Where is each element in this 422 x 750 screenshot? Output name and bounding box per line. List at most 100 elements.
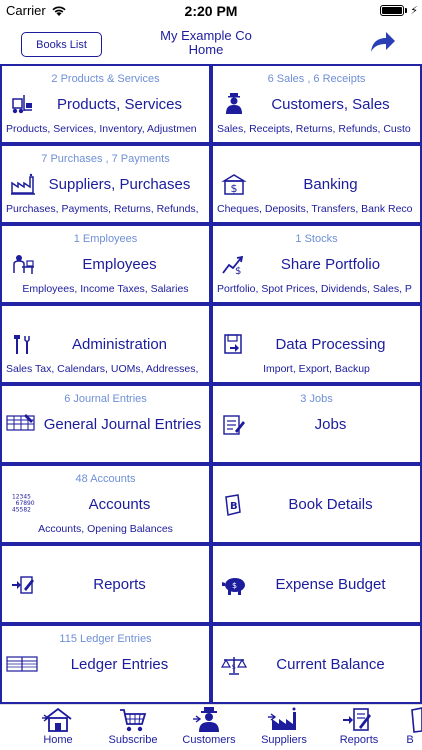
tab-books[interactable]: B	[398, 707, 422, 750]
tile-title: Ledger Entries	[70, 656, 169, 673]
tile-title: Banking	[303, 176, 358, 193]
tile-title: Jobs	[314, 416, 347, 433]
book-icon: B	[225, 494, 241, 516]
tile-employees[interactable]: 1 Employees Employees Employees, Income …	[0, 224, 211, 304]
svg-text:$: $	[232, 663, 236, 671]
books-list-button[interactable]: Books List	[21, 32, 102, 57]
tile-subtitle: Employees, Income Taxes, Salaries	[22, 283, 189, 295]
tile-subtitle: Products, Services, Inventory, Adjustmen	[6, 123, 197, 135]
tab-label: Home	[43, 734, 73, 746]
tile-title: Reports	[93, 576, 146, 593]
tile-subtitle: Sales Tax, Calendars, UOMs, Addresses,	[6, 363, 199, 375]
tile-title: Customers, Sales	[271, 96, 390, 113]
share-arrow-icon[interactable]	[368, 30, 396, 54]
tile-title: Expense Budget	[275, 576, 386, 593]
tile-book-details[interactable]: B Book Details	[211, 464, 422, 544]
forklift-icon	[12, 95, 32, 114]
battery-icon	[380, 5, 404, 16]
tile-ledger-entries[interactable]: 115 Ledger Entries Ledger Entries	[0, 624, 211, 704]
company-name: My Example Co	[160, 28, 252, 43]
tile-title: Share Portfolio	[280, 256, 381, 273]
stock-chart-icon: $	[222, 255, 244, 275]
bank-icon: $	[221, 174, 247, 195]
tile-count: 1 Employees	[73, 233, 138, 245]
tile-general-journal-entries[interactable]: 6 Journal Entries General Journal Entrie…	[0, 384, 211, 464]
job-list-icon	[223, 415, 245, 435]
svg-text:45582: 45582	[12, 506, 31, 513]
nav-title: My Example Co Home	[130, 29, 282, 57]
status-time: 2:20 PM	[184, 3, 238, 19]
tab-customers[interactable]: Customers	[172, 707, 246, 750]
svg-text:$: $	[232, 581, 237, 590]
house-icon	[42, 707, 72, 732]
tools-icon	[14, 335, 30, 354]
disk-icon	[224, 334, 242, 354]
customer-icon	[193, 707, 219, 732]
tab-label: Subscribe	[108, 734, 158, 746]
customer-icon	[226, 93, 242, 114]
tab-suppliers[interactable]: Suppliers	[247, 707, 321, 750]
tile-count: 6 Sales , 6 Receipts	[267, 73, 366, 85]
tile-title: Employees	[82, 256, 157, 273]
tab-label: B	[406, 734, 414, 746]
tab-bar: Home Subscribe Customers Suppliers Repor…	[0, 704, 422, 750]
piggy-bank-icon: $	[222, 578, 245, 595]
tab-subscribe[interactable]: Subscribe	[96, 707, 170, 750]
tile-title: Administration	[71, 336, 168, 353]
tile-suppliers-purchases[interactable]: 7 Purchases , 7 Payments Suppliers, Purc…	[0, 144, 211, 224]
tab-reports[interactable]: Reports	[322, 707, 396, 750]
svg-text:B: B	[230, 501, 238, 512]
tile-subtitle: Accounts, Opening Balances	[38, 523, 173, 535]
tab-label: Reports	[339, 734, 379, 746]
tile-count: 6 Journal Entries	[64, 393, 147, 405]
tile-title: Products, Services	[56, 96, 183, 113]
status-bar: Carrier 2:20 PM ⚡	[0, 0, 422, 22]
tab-home[interactable]: Home	[21, 707, 95, 750]
tile-count: 7 Purchases , 7 Payments	[41, 153, 170, 165]
tile-customers-sales[interactable]: 6 Sales , 6 Receipts Customers, Sales Sa…	[211, 64, 422, 144]
tile-count: 2 Products & Services	[51, 73, 160, 85]
svg-text:$: $	[231, 182, 238, 195]
tile-title: Suppliers, Purchases	[48, 176, 191, 193]
tile-subtitle: Purchases, Payments, Returns, Refunds,	[6, 203, 199, 215]
tile-count: 115 Ledger Entries	[59, 633, 152, 645]
tile-count: 3 Jobs	[300, 393, 333, 405]
book-icon	[411, 707, 422, 733]
tile-reports[interactable]: Reports	[0, 544, 211, 624]
tile-title: Current Balance	[276, 656, 385, 673]
tile-current-balance[interactable]: $ Current Balance	[211, 624, 422, 704]
tile-title: Accounts	[88, 496, 151, 513]
nav-bar: Books List My Example Co Home	[0, 22, 422, 64]
tile-subtitle: Sales, Receipts, Returns, Refunds, Custo	[217, 123, 411, 135]
charging-icon: ⚡	[410, 5, 418, 17]
tile-accounts[interactable]: 48 Accounts 12345 67890 45582 Accounts A…	[0, 464, 211, 544]
factory-icon	[268, 707, 296, 730]
tile-title: General Journal Entries	[43, 416, 202, 433]
tile-subtitle: Import, Export, Backup	[263, 363, 370, 375]
tab-label: Customers	[182, 734, 236, 746]
tile-subtitle: Portfolio, Spot Prices, Dividends, Sales…	[217, 283, 412, 295]
svg-text:$: $	[235, 266, 241, 275]
tile-administration[interactable]: Administration Sales Tax, Calendars, UOM…	[0, 304, 211, 384]
tab-label: Suppliers	[261, 734, 307, 746]
tile-subtitle: Cheques, Deposits, Transfers, Bank Reco	[217, 203, 413, 215]
tile-products-services[interactable]: 2 Products & Services Products, Services…	[0, 64, 211, 144]
ledger-grid-icon	[6, 414, 35, 431]
screen-name: Home	[188, 42, 224, 57]
tile-data-processing[interactable]: Data Processing Import, Export, Backup	[211, 304, 422, 384]
tile-banking[interactable]: $ Banking Cheques, Deposits, Transfers, …	[211, 144, 422, 224]
cart-icon	[120, 709, 147, 732]
tile-grid: 2 Products & Services Products, Services…	[0, 64, 422, 704]
tile-count: 1 Stocks	[295, 233, 338, 245]
factory-icon	[11, 173, 35, 195]
tile-count: 48 Accounts	[75, 473, 136, 485]
tile-share-portfolio[interactable]: 1 Stocks $ Share Portfolio Portfolio, Sp…	[211, 224, 422, 304]
tile-title: Data Processing	[275, 336, 386, 353]
tile-title: Book Details	[288, 496, 373, 513]
scales-icon: $	[221, 657, 247, 675]
tile-expense-budget[interactable]: $ Expense Budget	[211, 544, 422, 624]
report-icon	[12, 576, 34, 594]
tile-jobs[interactable]: 3 Jobs Jobs	[211, 384, 422, 464]
employee-desk-icon	[13, 255, 34, 274]
account-numbers-icon: 12345 67890 45582	[12, 493, 35, 513]
